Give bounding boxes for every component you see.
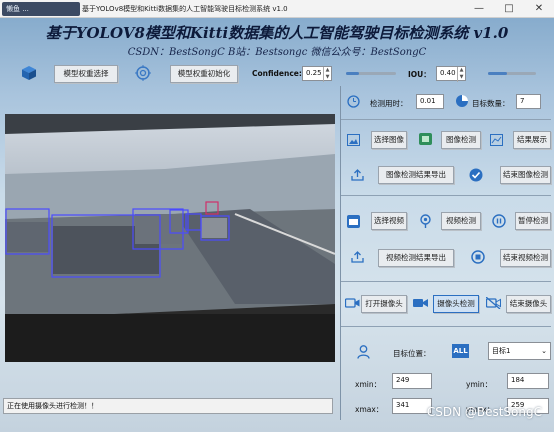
ymin-value: 184: [507, 373, 549, 389]
target-select-value: 目标1: [492, 347, 511, 355]
target-position-label: 目标位置：: [393, 349, 431, 358]
app-badge: 懒鱼 ...: [2, 2, 80, 16]
check-circle-icon: [468, 167, 483, 182]
target-count-value: 7: [516, 94, 541, 109]
iou-spinner[interactable]: ▲ ▼: [457, 67, 465, 82]
image-detect-button[interactable]: 图像检测: [441, 131, 481, 149]
section-divider: [341, 119, 551, 120]
iou-slider[interactable]: [488, 72, 536, 75]
detection-display: [5, 114, 335, 362]
pause-icon: [491, 213, 506, 228]
iou-label: IOU：: [408, 70, 431, 79]
select-weights-button[interactable]: 模型权重选择: [54, 65, 118, 83]
confidence-slider[interactable]: [346, 72, 396, 75]
close-button[interactable]: ✕: [524, 0, 554, 18]
export-video-button[interactable]: 视频检测结果导出: [378, 249, 454, 267]
image-detect-icon: [418, 132, 432, 146]
pause-detect-button[interactable]: 暂停检测: [515, 212, 551, 230]
xmin-value: 249: [392, 373, 432, 389]
confidence-value: 0.25: [306, 69, 322, 77]
xmax-label: xmax：: [355, 405, 384, 414]
camera-detect-button[interactable]: 摄像头检测: [433, 295, 479, 313]
export-image-button[interactable]: 图像检测结果导出: [378, 166, 454, 184]
iou-input[interactable]: 0.40 ▲ ▼: [436, 66, 466, 82]
page-title: 基于YOLOV8模型和Kitti数据集的人工智能驾驶目标检测系统 v1.0: [45, 24, 509, 42]
panel-divider: [340, 86, 341, 420]
minimize-button[interactable]: —: [464, 0, 494, 18]
upload-icon: [350, 250, 364, 264]
video-icon: [346, 214, 360, 228]
confidence-slider-fill: [346, 72, 359, 75]
target-select[interactable]: 目标1 ⌄: [488, 342, 551, 360]
window-titlebar: 懒鱼 ... 基于YOLOv8模型和Kitti数据集的人工智能驾驶目标检测系统 …: [0, 0, 554, 18]
video-detect-button[interactable]: 视频检测: [441, 212, 481, 230]
camera-record-icon: [413, 296, 428, 310]
detect-time-value: 0.01: [416, 94, 444, 109]
stop-circle-icon: [470, 249, 485, 264]
detect-time-label: 检测用时：: [370, 99, 408, 108]
end-image-button[interactable]: 结束图像检测: [500, 166, 551, 184]
page-subtitle: CSDN：BestSongC B站：Bestsongc 微信公众号：BestSo…: [127, 47, 427, 58]
image-icon: [346, 133, 360, 147]
pie-chart-icon: [454, 93, 469, 108]
iou-slider-fill: [488, 72, 508, 75]
window-title: 基于YOLOv8模型和Kitti数据集的人工智能驾驶目标检测系统 v1.0: [82, 5, 288, 13]
maximize-button[interactable]: □: [494, 0, 524, 18]
section-divider: [341, 326, 551, 327]
ymin-label: ymin：: [466, 380, 493, 389]
chevron-down-icon: ⌄: [541, 347, 547, 355]
chart-line-icon: [489, 133, 503, 147]
camera-off-icon: [486, 296, 501, 310]
all-targets-icon: ALL: [452, 344, 469, 358]
target-count-label: 目标数量：: [472, 99, 510, 108]
status-bar: 正在使用摄像头进行检测！！: [3, 398, 333, 414]
section-divider: [341, 195, 551, 196]
select-video-button[interactable]: 选择视频: [371, 212, 407, 230]
confidence-input[interactable]: 0.25 ▲ ▼: [302, 66, 332, 82]
init-weights-button[interactable]: 模型权重初始化: [170, 65, 238, 83]
confidence-spinner[interactable]: ▲ ▼: [323, 67, 331, 82]
upload-icon: [350, 168, 364, 182]
end-video-button[interactable]: 结束视频检测: [500, 249, 551, 267]
confidence-label: Confidence:: [252, 69, 302, 78]
select-image-button[interactable]: 选择图像: [371, 131, 407, 149]
clock-icon: [346, 94, 360, 108]
camera-icon: [345, 296, 360, 310]
user-icon: [356, 344, 370, 359]
target-icon: [134, 64, 152, 82]
xmin-label: xmin：: [355, 380, 382, 389]
watermark: CSDN @BestSongC: [426, 405, 542, 419]
section-divider: [341, 281, 551, 282]
close-camera-button[interactable]: 结束摄像头: [506, 295, 551, 313]
open-camera-button[interactable]: 打开摄像头: [361, 295, 407, 313]
location-pin-icon: [418, 213, 433, 228]
iou-value: 0.40: [440, 69, 456, 77]
show-results-button[interactable]: 结果展示: [513, 131, 551, 149]
cube-icon: [20, 64, 38, 82]
